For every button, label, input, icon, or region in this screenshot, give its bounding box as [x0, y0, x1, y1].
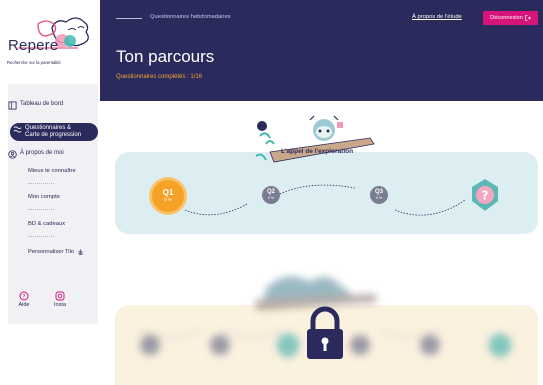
node-pct: 0 % — [164, 197, 172, 202]
node-pct: 0 % — [267, 196, 275, 200]
about-study-link[interactable]: À propos de l'étude — [412, 14, 462, 20]
divider — [28, 183, 54, 184]
lock-icon — [307, 306, 343, 359]
breadcrumb-line — [116, 18, 142, 19]
mystery-node[interactable]: ? — [469, 177, 501, 213]
map-icon — [13, 126, 22, 133]
sidebar: Repere Recherche sur la parentalité Tabl… — [0, 0, 100, 385]
node-label: Q1 — [162, 188, 174, 197]
question-node-q2[interactable]: Q2 0 % — [262, 186, 280, 204]
logout-button[interactable]: Déconnexion — [483, 11, 538, 25]
divider — [28, 236, 54, 237]
help-label: Aide — [18, 302, 30, 308]
instagram-label: Insta — [54, 302, 66, 308]
sloth-mascot-icon — [255, 115, 375, 163]
dashboard-icon — [8, 101, 17, 110]
logout-label: Déconnexion — [490, 15, 523, 21]
sidebar-subitem-customize[interactable]: Personnaliser Tilo — [28, 248, 84, 255]
page-title: Ton parcours — [116, 47, 215, 66]
divider — [28, 209, 54, 210]
help-icon: ? — [19, 291, 29, 301]
svg-text:?: ? — [22, 293, 25, 300]
sidebar-subitem-know-you[interactable]: Mieux te connaître — [28, 168, 76, 174]
logout-icon — [525, 15, 531, 21]
question-node-q1[interactable]: Q1 0 % — [152, 180, 184, 212]
sidebar-item-label: Questionnaires & — [25, 125, 72, 131]
instagram-icon — [55, 291, 65, 301]
breadcrumb: Questionnaires hebdomadaires — [150, 14, 231, 20]
sidebar-subitem-gifts[interactable]: BD & cadeaux — [28, 221, 65, 227]
sidebar-item-label: À propos de moi — [20, 150, 64, 156]
sidebar-subitem-account[interactable]: Mon compte — [28, 194, 60, 200]
sidebar-item-dashboard[interactable]: Tableau de bord — [8, 101, 63, 110]
brand-tagline: Recherche sur la parentalité — [7, 60, 61, 65]
menu-panel — [8, 84, 98, 324]
sidebar-subitem-label: Personnaliser Tilo — [28, 248, 75, 255]
progress-text: Questionnaires complétés : 1/16 — [116, 74, 203, 80]
sidebar-item-questionnaires[interactable]: Questionnaires & Carte de progression — [10, 123, 98, 141]
sidebar-item-label: Tableau de bord — [20, 101, 64, 107]
hand-icon — [78, 249, 83, 255]
sidebar-item-about-me[interactable]: À propos de moi — [8, 150, 64, 159]
mystery-label: ? — [482, 189, 489, 203]
chapter-title: L'appel de l'exploration — [281, 148, 354, 155]
user-circle-icon — [8, 150, 17, 159]
question-node-q3[interactable]: Q3 0 % — [370, 186, 388, 204]
instagram-link[interactable]: Insta — [50, 291, 70, 308]
brand-name: Repere — [8, 37, 59, 54]
node-pct: 0 % — [375, 196, 383, 200]
help-link[interactable]: ? Aide — [14, 291, 34, 308]
sidebar-item-label-2: Carte de progression — [25, 132, 82, 138]
